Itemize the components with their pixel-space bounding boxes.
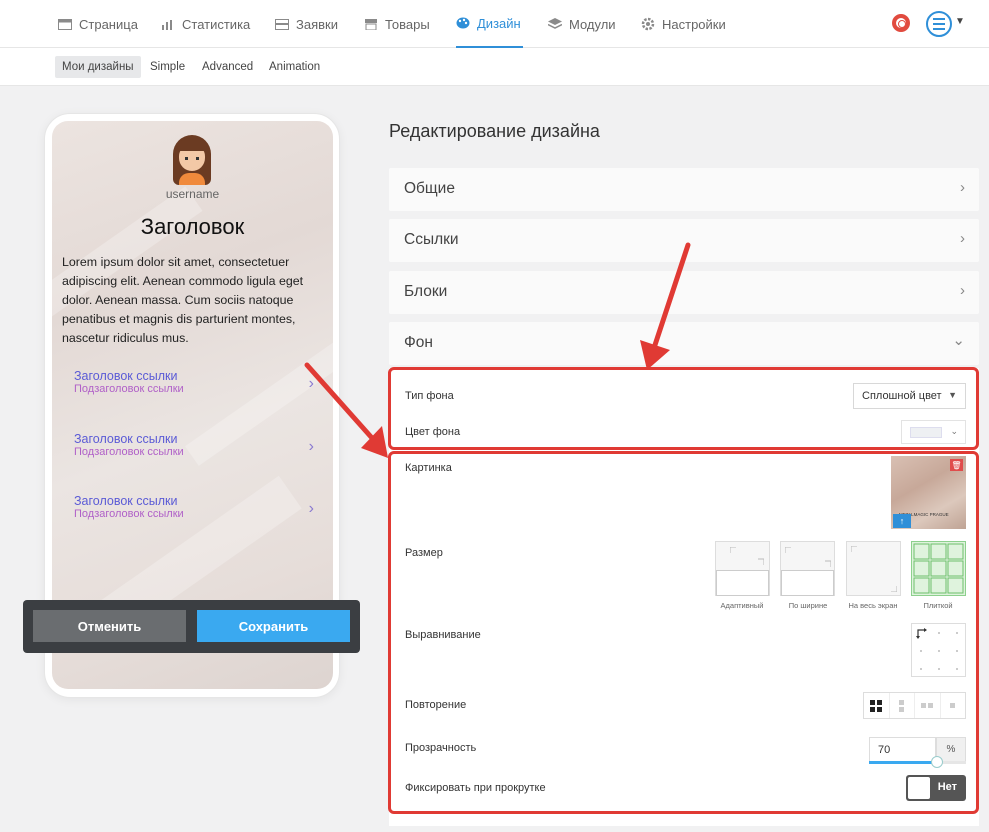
annotation-arrows [304, 242, 691, 458]
